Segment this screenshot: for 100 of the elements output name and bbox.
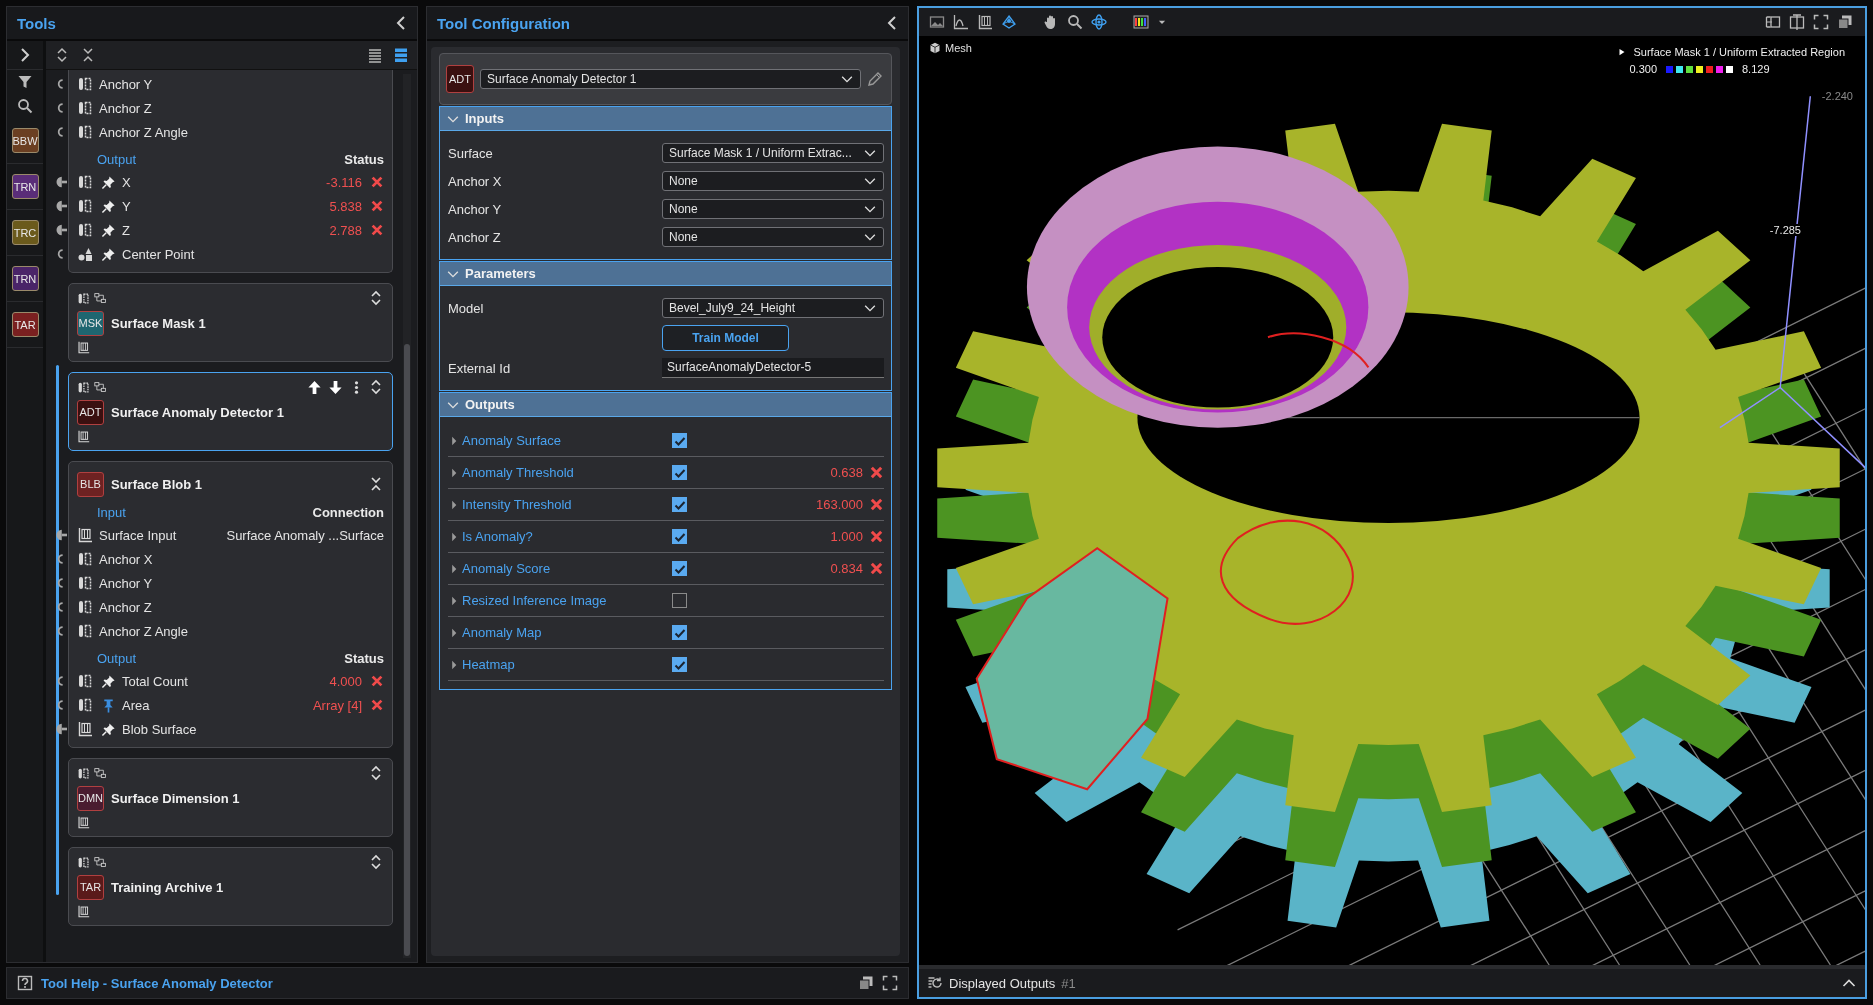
checkbox[interactable] <box>672 465 687 480</box>
error-icon <box>869 465 884 480</box>
tool-dropdown[interactable]: Surface Anomaly Detector 1 <box>480 69 861 89</box>
checkbox[interactable] <box>672 529 687 544</box>
scrollbar[interactable] <box>403 74 411 958</box>
dropdown[interactable]: None <box>662 199 884 219</box>
pushpin-icon[interactable] <box>101 222 116 238</box>
network-icon <box>94 291 107 305</box>
tool-card[interactable]: TAR Training Archive 1 <box>68 847 393 926</box>
pushpin-icon[interactable] <box>101 198 116 214</box>
restore-icon[interactable] <box>1837 14 1853 30</box>
output-name: Anomaly Surface <box>462 433 562 448</box>
tool-card[interactable]: DMN Surface Dimension 1 <box>68 758 393 837</box>
status-value: Array [4] <box>312 697 362 713</box>
ruler-icon <box>77 76 93 92</box>
section-header[interactable]: Outputs <box>440 393 891 417</box>
list-view-icon[interactable] <box>367 47 383 63</box>
move-down-icon[interactable] <box>328 379 343 395</box>
connection-text: Surface Anomaly ...Surface <box>226 527 384 543</box>
tool-badge[interactable]: TAR <box>11 312 39 337</box>
checkbox[interactable] <box>672 625 687 640</box>
tool-badge[interactable]: TRN <box>11 266 39 291</box>
ruler-icon <box>77 124 93 140</box>
restore-icon[interactable] <box>858 975 874 991</box>
split-icon[interactable] <box>1789 14 1805 30</box>
fullscreen-icon[interactable] <box>882 975 898 991</box>
ruler-icon <box>77 380 90 394</box>
dropdown[interactable]: Surface Mask 1 / Uniform Extrac... <box>662 143 884 163</box>
output-list-icon[interactable] <box>927 975 943 991</box>
move-up-icon[interactable] <box>307 379 322 395</box>
error-icon <box>370 199 384 213</box>
ruler-icon <box>77 697 93 713</box>
expand-all-icon[interactable] <box>54 47 70 63</box>
tool-badge[interactable]: BBW <box>11 128 39 153</box>
port-label: Anchor Y <box>99 575 153 591</box>
help-icon[interactable] <box>17 975 33 991</box>
checkbox[interactable] <box>672 497 687 512</box>
ruler-icon <box>77 174 93 190</box>
pushpin-icon[interactable] <box>101 246 116 262</box>
dropdown[interactable]: None <box>662 227 884 247</box>
tool-card[interactable]: MSK Surface Mask 1 <box>68 283 393 362</box>
checkbox[interactable] <box>672 433 687 448</box>
port-label: Anchor Y <box>99 76 153 92</box>
ruler-icon <box>77 766 90 780</box>
column-label: Status <box>344 151 384 167</box>
surface-icon <box>77 527 93 543</box>
port-label: Z <box>122 222 130 238</box>
tool-card[interactable]: ADT Surface Anomaly Detector 1 <box>68 372 393 451</box>
dock-icon[interactable] <box>1765 14 1781 30</box>
mesh-view-icon[interactable] <box>1001 14 1017 30</box>
tool-badge: ADT <box>446 65 474 93</box>
dropdown[interactable]: None <box>662 171 884 191</box>
error-icon <box>370 674 384 688</box>
collapse-icon[interactable] <box>368 476 384 492</box>
text-field[interactable]: SurfaceAnomalyDetector-5 <box>662 358 884 378</box>
section-header[interactable]: Parameters <box>440 262 891 286</box>
ruler-icon <box>77 575 93 591</box>
tool-badge: ADT <box>77 399 104 425</box>
profile-view-icon[interactable] <box>953 14 969 30</box>
tool-badge[interactable]: TRC <box>11 220 39 245</box>
status-value: 4.000 <box>329 673 362 689</box>
orbit-icon[interactable] <box>1091 14 1107 30</box>
ruler-icon <box>77 100 93 116</box>
field-label: Anchor Y <box>448 201 503 217</box>
expand-icon[interactable] <box>368 379 384 395</box>
compact-view-icon[interactable] <box>393 47 409 63</box>
fullscreen-icon[interactable] <box>1813 14 1829 30</box>
surface-view-icon[interactable] <box>977 14 993 30</box>
collapse-all-icon[interactable] <box>80 47 96 63</box>
expand-icon[interactable] <box>368 765 384 781</box>
output-name: Intensity Threshold <box>462 497 573 512</box>
legend-title: Surface Mask 1 / Uniform Extracted Region <box>1633 46 1845 58</box>
surface-icon <box>77 721 93 737</box>
expand-icon[interactable] <box>368 290 384 306</box>
checkbox[interactable] <box>672 561 687 576</box>
help-link[interactable]: Tool Help - Surface Anomaly Detector <box>41 975 273 991</box>
error-icon <box>869 561 884 576</box>
edit-icon[interactable] <box>867 71 883 87</box>
section-label: Output <box>97 650 137 666</box>
pushpin-icon[interactable] <box>101 673 116 689</box>
zoom-icon[interactable] <box>1067 14 1083 30</box>
ruler-icon <box>77 222 93 238</box>
port-label: Anchor X <box>99 551 153 567</box>
colormap-icon[interactable] <box>1133 14 1149 30</box>
filter-icon[interactable] <box>17 74 33 90</box>
image-view-icon[interactable] <box>929 14 945 30</box>
pushpin-icon[interactable] <box>101 721 116 737</box>
search-icon[interactable] <box>17 98 33 114</box>
field-label: Model <box>448 300 485 316</box>
train-button[interactable]: Train Model <box>662 325 789 351</box>
expand-icon[interactable] <box>368 854 384 870</box>
checkbox[interactable] <box>672 593 687 608</box>
section-label: Output <box>97 151 137 167</box>
dropdown[interactable]: Bevel_July9_24_Height <box>662 298 884 318</box>
section-header[interactable]: Inputs <box>440 107 891 131</box>
tool-badge[interactable]: TRN <box>11 174 39 199</box>
status-value: 0.834 <box>830 561 863 576</box>
pushpin-icon[interactable] <box>101 174 116 190</box>
panel-title: Tools <box>17 14 56 32</box>
checkbox[interactable] <box>672 657 687 672</box>
